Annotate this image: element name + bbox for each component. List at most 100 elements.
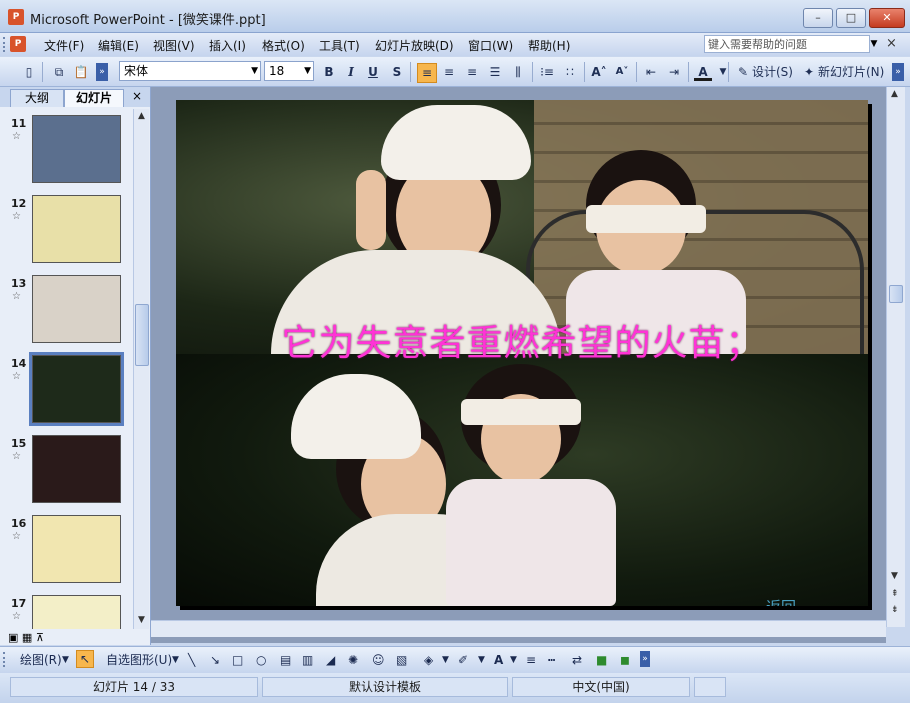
font-color-icon[interactable]: A — [494, 652, 503, 668]
scroll-down-icon[interactable]: ▼ — [891, 571, 898, 581]
draw-menu-button[interactable]: 绘图(R) — [20, 652, 62, 668]
fill-color-icon[interactable]: ◈ — [424, 652, 433, 668]
slide-thumbnail[interactable] — [32, 435, 121, 503]
align-left-icon[interactable]: ≡ — [417, 63, 437, 83]
animation-star-icon[interactable]: ☆ — [12, 531, 21, 542]
design-icon[interactable]: ✎ — [734, 63, 752, 81]
scroll-thumb[interactable] — [135, 304, 149, 366]
justify-icon[interactable]: ☰ — [486, 63, 504, 81]
normal-view-icon[interactable]: ▣ — [8, 631, 18, 644]
dropdown-arrow-icon[interactable]: ▼ — [510, 652, 517, 668]
underline-button[interactable]: U — [364, 63, 382, 81]
3d-style-icon[interactable]: ◼ — [620, 652, 630, 668]
picture-icon[interactable]: ▧ — [396, 652, 407, 668]
tab-outline[interactable]: 大纲 — [10, 89, 64, 107]
line-style-icon[interactable]: ≡ — [526, 652, 536, 668]
textbox-icon[interactable]: ▤ — [280, 652, 291, 668]
animation-star-icon[interactable]: ☆ — [12, 131, 21, 142]
animation-star-icon[interactable]: ☆ — [12, 371, 21, 382]
slide-thumbnail[interactable] — [32, 515, 121, 583]
increase-indent-icon[interactable]: ⇥ — [665, 63, 683, 81]
toolbar-options-icon[interactable]: » — [96, 63, 108, 81]
maximize-button[interactable]: □ — [836, 8, 866, 28]
slide-thumbnail[interactable] — [32, 275, 121, 343]
increase-font-icon[interactable]: A˄ — [590, 63, 608, 81]
autoshapes-button[interactable]: 自选图形(U) — [106, 652, 172, 668]
design-button[interactable]: 设计(S) — [752, 63, 793, 81]
select-objects-icon[interactable]: ↖ — [76, 650, 95, 668]
document-icon[interactable]: P — [10, 36, 26, 52]
thumbnail-scrollbar[interactable]: ▲ ▼ — [133, 109, 149, 629]
slide-thumbnail[interactable] — [29, 352, 124, 426]
menu-edit[interactable]: 编辑(E) — [98, 37, 139, 54]
document-close-icon[interactable]: × — [886, 36, 897, 51]
line-icon[interactable]: ╲ — [188, 652, 195, 668]
font-name-select[interactable]: 宋体 ▼ — [119, 61, 261, 81]
toolbar-grip[interactable] — [3, 37, 8, 52]
dropdown-arrow-icon[interactable]: ▼ — [172, 652, 179, 668]
menu-slideshow[interactable]: 幻灯片放映(D) — [375, 37, 454, 54]
help-question-input[interactable]: 键入需要帮助的问题 — [704, 35, 870, 53]
menu-view[interactable]: 视图(V) — [153, 37, 195, 54]
scroll-down-icon[interactable]: ▼ — [138, 615, 145, 625]
shadow-style-icon[interactable]: ■ — [596, 652, 607, 668]
vertical-textbox-icon[interactable]: ▥ — [302, 652, 313, 668]
tab-slides[interactable]: 幻灯片 — [64, 89, 124, 107]
slideshow-view-icon[interactable]: ⊼ — [36, 631, 44, 644]
next-slide-icon[interactable]: ⇟ — [891, 605, 899, 615]
scroll-up-icon[interactable]: ▲ — [891, 89, 898, 99]
menu-format[interactable]: 格式(O) — [262, 37, 305, 54]
new-slide-button[interactable]: 新幻灯片(N) — [818, 63, 884, 81]
arrow-icon[interactable]: ↘ — [210, 652, 220, 668]
distribute-icon[interactable]: ⫼ — [509, 63, 527, 81]
powerpoint-icon[interactable]: P — [8, 9, 24, 25]
numbering-icon[interactable]: ⁝≡ — [538, 63, 556, 81]
horizontal-scrollbar[interactable] — [151, 620, 886, 637]
editor-scrollbar[interactable]: ▲ ▼ ⇞ ⇟ — [886, 87, 905, 627]
toolbar-options-icon[interactable]: » — [640, 651, 650, 667]
dropdown-arrow-icon[interactable]: ▼ — [478, 652, 485, 668]
align-right-icon[interactable]: ≡ — [463, 63, 481, 81]
animation-star-icon[interactable]: ☆ — [12, 451, 21, 462]
dropdown-arrow-icon[interactable]: ▼ — [251, 62, 258, 80]
dropdown-arrow-icon[interactable]: ▼ — [442, 652, 449, 668]
close-button[interactable]: ✕ — [869, 8, 905, 28]
decrease-indent-icon[interactable]: ⇤ — [642, 63, 660, 81]
scroll-thumb[interactable] — [889, 285, 903, 303]
font-color-dropdown-icon[interactable]: ▼ — [714, 63, 732, 81]
shadow-button[interactable]: S — [388, 63, 406, 81]
minimize-button[interactable]: – — [803, 8, 833, 28]
align-center-icon[interactable]: ≡ — [440, 63, 458, 81]
paste-icon[interactable]: 📋 — [72, 63, 90, 81]
animation-star-icon[interactable]: ☆ — [12, 211, 21, 222]
dropdown-arrow-icon[interactable]: ▼ — [304, 62, 311, 80]
dash-style-icon[interactable]: ┅ — [548, 652, 555, 668]
line-color-icon[interactable]: ✐ — [458, 652, 468, 668]
menu-tools[interactable]: 工具(T) — [319, 37, 360, 54]
slide-caption[interactable]: 它为失意者重燃希望的火苗； — [176, 314, 868, 366]
scroll-up-icon[interactable]: ▲ — [138, 111, 145, 121]
bullets-icon[interactable]: ∷ — [561, 63, 579, 81]
dropdown-arrow-icon[interactable]: ▼ — [62, 652, 69, 668]
toolbar-grip[interactable] — [3, 652, 8, 667]
italic-button[interactable]: I — [342, 63, 360, 81]
new-document-icon[interactable]: ▯ — [20, 63, 38, 81]
new-slide-icon[interactable]: ✦ — [800, 63, 818, 81]
wordart-icon[interactable]: ◢ — [326, 652, 335, 668]
current-slide[interactable]: 它为失意者重燃希望的火苗； 返回 — [176, 100, 868, 606]
menu-help[interactable]: 帮助(H) — [528, 37, 570, 54]
copy-icon[interactable]: ⧉ — [50, 63, 68, 81]
decrease-font-icon[interactable]: A˅ — [613, 63, 631, 81]
bold-button[interactable]: B — [320, 63, 338, 81]
clipart-icon[interactable]: ☺ — [372, 652, 385, 668]
help-dropdown-arrow-icon[interactable]: ▼ — [867, 35, 881, 53]
font-color-button[interactable]: A — [694, 63, 712, 81]
animation-star-icon[interactable]: ☆ — [12, 291, 21, 302]
return-link[interactable]: 返回 — [766, 596, 796, 606]
toolbar-options-icon[interactable]: » — [892, 63, 904, 81]
slide-sorter-icon[interactable]: ▦ — [22, 631, 32, 644]
oval-icon[interactable]: ○ — [256, 652, 266, 668]
rectangle-icon[interactable]: □ — [232, 652, 243, 668]
diagram-icon[interactable]: ✺ — [348, 652, 358, 668]
animation-star-icon[interactable]: ☆ — [12, 611, 21, 622]
